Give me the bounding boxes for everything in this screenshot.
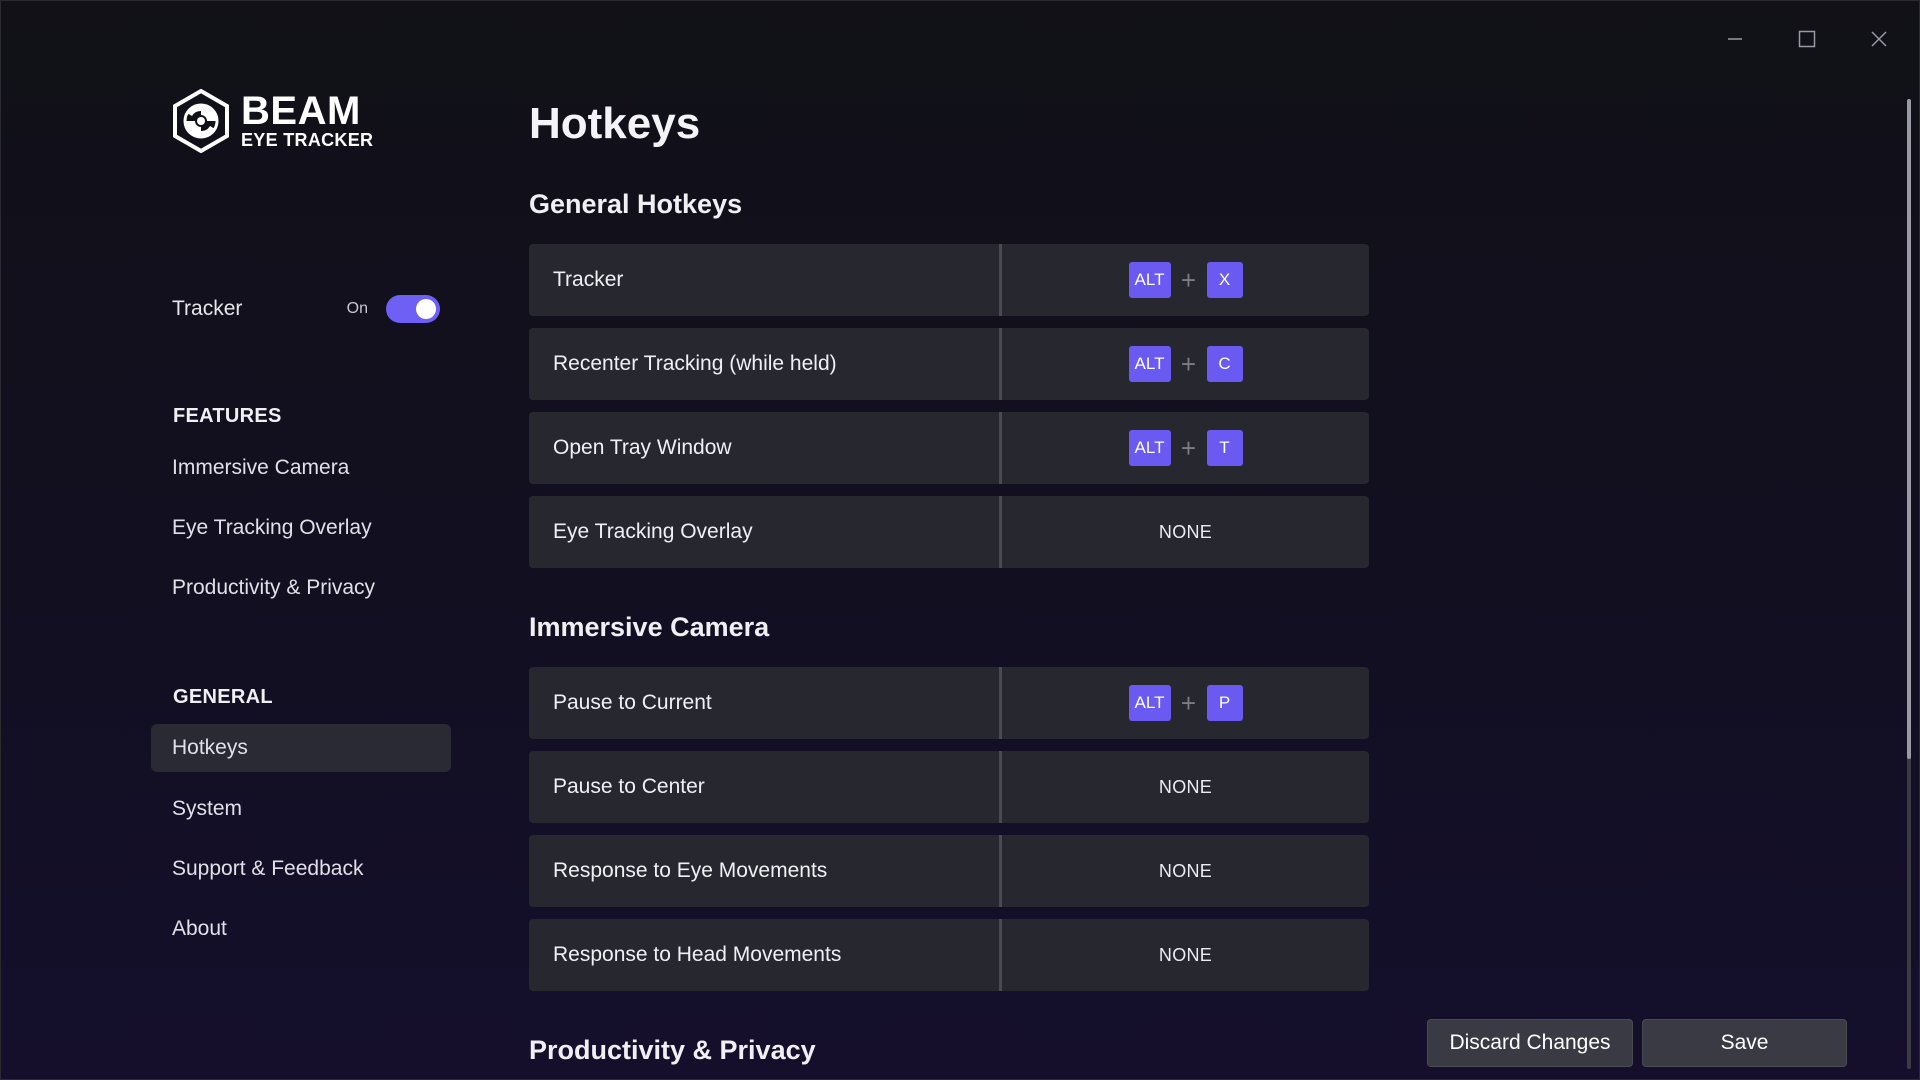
modifier-key-badge: ALT [1128,685,1171,721]
hotkey-label: Response to Head Movements [529,919,1002,991]
brand-text: BEAM EYE TRACKER [241,89,374,150]
tracker-label: Tracker [172,297,243,320]
hotkey-binding[interactable]: NONE [1002,835,1369,907]
hotkey-label: Open Tray Window [529,412,1002,484]
plus-icon: + [1180,433,1197,463]
sidebar-item-immersive-camera[interactable]: Immersive Camera [151,444,451,492]
sidebar-item-label: Support & Feedback [172,857,364,880]
hotkey-label: Response to Eye Movements [529,835,1002,907]
hotkey-row-response-eye-movements: Response to Eye Movements NONE [529,835,1369,907]
modifier-key-badge: ALT [1128,346,1171,382]
hotkey-label: Tracker [529,244,1002,316]
save-button[interactable]: Save [1642,1019,1847,1067]
sidebar-item-label: Hotkeys [172,736,248,759]
plus-icon: + [1180,349,1197,379]
group-title-general-hotkeys: General Hotkeys [529,189,743,219]
hotkey-binding[interactable]: ALT + C [1002,328,1369,400]
hotkey-none-value: NONE [1158,860,1213,881]
general-section-title: GENERAL [173,686,273,708]
hotkey-binding[interactable]: ALT + X [1002,244,1369,316]
group-title-immersive-camera: Immersive Camera [529,612,770,642]
key-badge: C [1206,346,1243,382]
plus-icon: + [1180,265,1197,295]
group-title-productivity-privacy: Productivity & Privacy [529,1035,816,1065]
hotkey-none-value: NONE [1158,944,1213,965]
hotkey-row-tracker: Tracker ALT + X [529,244,1369,316]
hotkey-label: Pause to Center [529,751,1002,823]
modifier-key-badge: ALT [1128,430,1171,466]
tracker-state-label: On [346,300,368,317]
minimize-icon[interactable] [1717,23,1753,55]
maximize-icon[interactable] [1789,23,1825,55]
plus-icon: + [1180,688,1197,718]
hotkey-label: Eye Tracking Overlay [529,496,1002,568]
sidebar-item-system[interactable]: System [151,785,451,833]
hotkey-binding[interactable]: NONE [1002,919,1369,991]
hotkey-row-eye-tracking-overlay: Eye Tracking Overlay NONE [529,496,1369,568]
sidebar-item-productivity-privacy[interactable]: Productivity & Privacy [151,564,451,612]
close-icon[interactable] [1861,23,1897,55]
hotkey-row-pause-to-center: Pause to Center NONE [529,751,1369,823]
key-badge: X [1206,262,1243,298]
scrollbar-track[interactable] [1907,99,1911,1069]
sidebar-item-label: About [172,917,227,940]
hotkey-row-pause-to-current: Pause to Current ALT + P [529,667,1369,739]
hotkey-none-value: NONE [1158,776,1213,797]
brand-name: BEAM [241,89,361,133]
features-section-title: FEATURES [173,405,282,427]
page-title: Hotkeys [529,99,701,148]
hotkey-row-recenter-tracking: Recenter Tracking (while held) ALT + C [529,328,1369,400]
app-window: BEAM EYE TRACKER Tracker On FEATURES Imm… [0,0,1920,1080]
brand-logo: BEAM EYE TRACKER [173,88,374,154]
sidebar-item-label: Immersive Camera [172,456,350,479]
hotkey-binding[interactable]: ALT + T [1002,412,1369,484]
key-badge: P [1206,685,1243,721]
sidebar-item-label: System [172,797,243,820]
hotkey-binding[interactable]: ALT + P [1002,667,1369,739]
scrollbar-thumb[interactable] [1907,99,1911,759]
hotkey-row-response-head-movements: Response to Head Movements NONE [529,919,1369,991]
hotkey-row-open-tray-window: Open Tray Window ALT + T [529,412,1369,484]
toggle-knob [416,299,436,319]
sidebar-item-support-feedback[interactable]: Support & Feedback [151,845,451,893]
sidebar-item-hotkeys[interactable]: Hotkeys [151,724,451,772]
hotkey-label: Pause to Current [529,667,1002,739]
key-badge: T [1206,430,1243,466]
tracker-toggle-row: Tracker On [172,293,440,325]
sidebar-item-label: Eye Tracking Overlay [172,516,372,539]
window-controls [1717,23,1897,55]
hotkey-binding[interactable]: NONE [1002,496,1369,568]
modifier-key-badge: ALT [1128,262,1171,298]
discard-changes-button[interactable]: Discard Changes [1427,1019,1633,1067]
hotkey-binding[interactable]: NONE [1002,751,1369,823]
hotkey-none-value: NONE [1158,521,1213,542]
tracker-toggle[interactable] [386,295,440,323]
brand-subtitle: EYE TRACKER [241,130,374,150]
beam-logo-icon [173,88,229,154]
sidebar-item-eye-tracking-overlay[interactable]: Eye Tracking Overlay [151,504,451,552]
hotkey-label: Recenter Tracking (while held) [529,328,1002,400]
sidebar-item-about[interactable]: About [151,905,451,953]
sidebar-item-label: Productivity & Privacy [172,576,376,599]
